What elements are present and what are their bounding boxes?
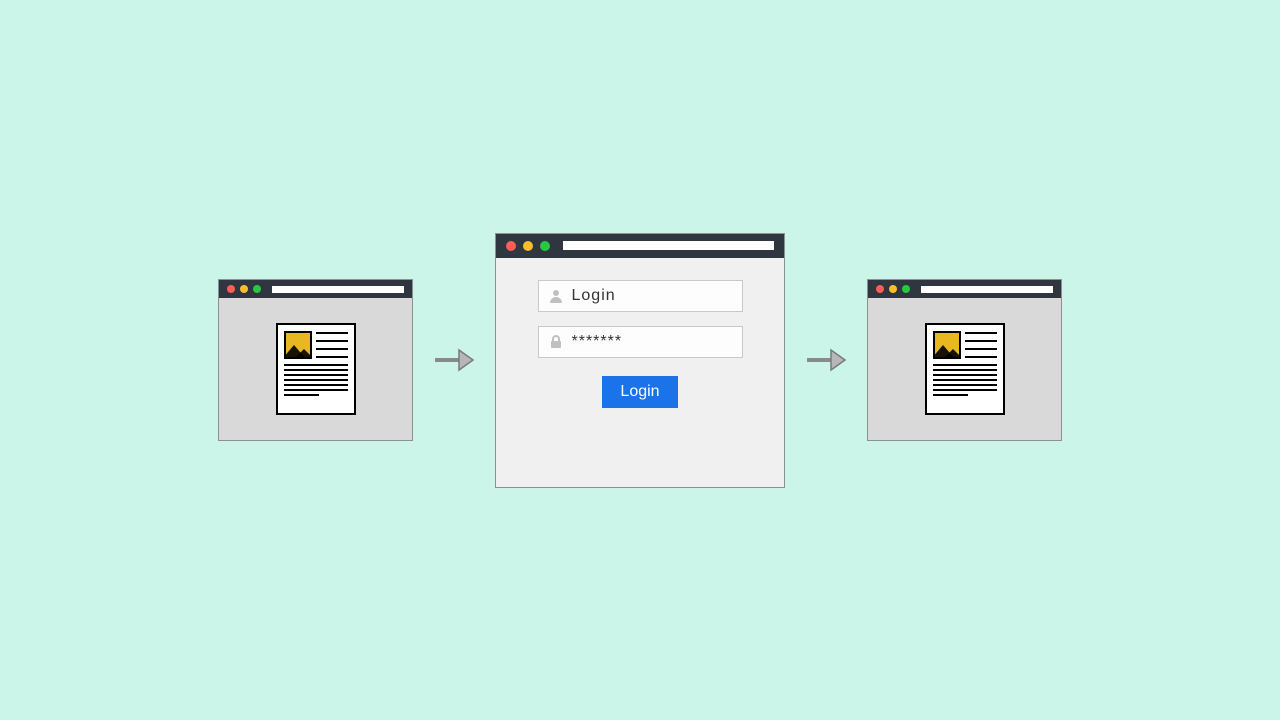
titlebar	[219, 280, 412, 298]
login-button[interactable]: Login	[602, 376, 677, 408]
maximize-icon	[540, 241, 550, 251]
titlebar	[496, 234, 784, 258]
document-icon	[276, 323, 356, 415]
user-icon	[548, 288, 564, 304]
maximize-icon	[902, 285, 910, 293]
username-placeholder: Login	[572, 287, 616, 305]
minimize-icon	[240, 285, 248, 293]
url-bar	[563, 241, 774, 250]
document-image-icon	[933, 331, 961, 359]
login-window: Login ******* Login	[495, 233, 785, 488]
maximize-icon	[253, 285, 261, 293]
lock-icon	[548, 334, 564, 350]
url-bar	[272, 286, 404, 293]
close-icon	[876, 285, 884, 293]
arrow-right-icon	[433, 348, 475, 372]
minimize-icon	[523, 241, 533, 251]
url-bar	[921, 286, 1053, 293]
content-area	[868, 298, 1061, 440]
content-area	[219, 298, 412, 440]
close-icon	[506, 241, 516, 251]
document-image-icon	[284, 331, 312, 359]
titlebar	[868, 280, 1061, 298]
password-field[interactable]: *******	[538, 326, 743, 358]
destination-content-window	[867, 279, 1062, 441]
minimize-icon	[889, 285, 897, 293]
login-form: Login ******* Login	[496, 258, 784, 487]
close-icon	[227, 285, 235, 293]
username-field[interactable]: Login	[538, 280, 743, 312]
login-flow-diagram: Login ******* Login	[218, 233, 1062, 488]
source-content-window	[218, 279, 413, 441]
password-value: *******	[572, 333, 623, 351]
document-icon	[925, 323, 1005, 415]
arrow-right-icon	[805, 348, 847, 372]
